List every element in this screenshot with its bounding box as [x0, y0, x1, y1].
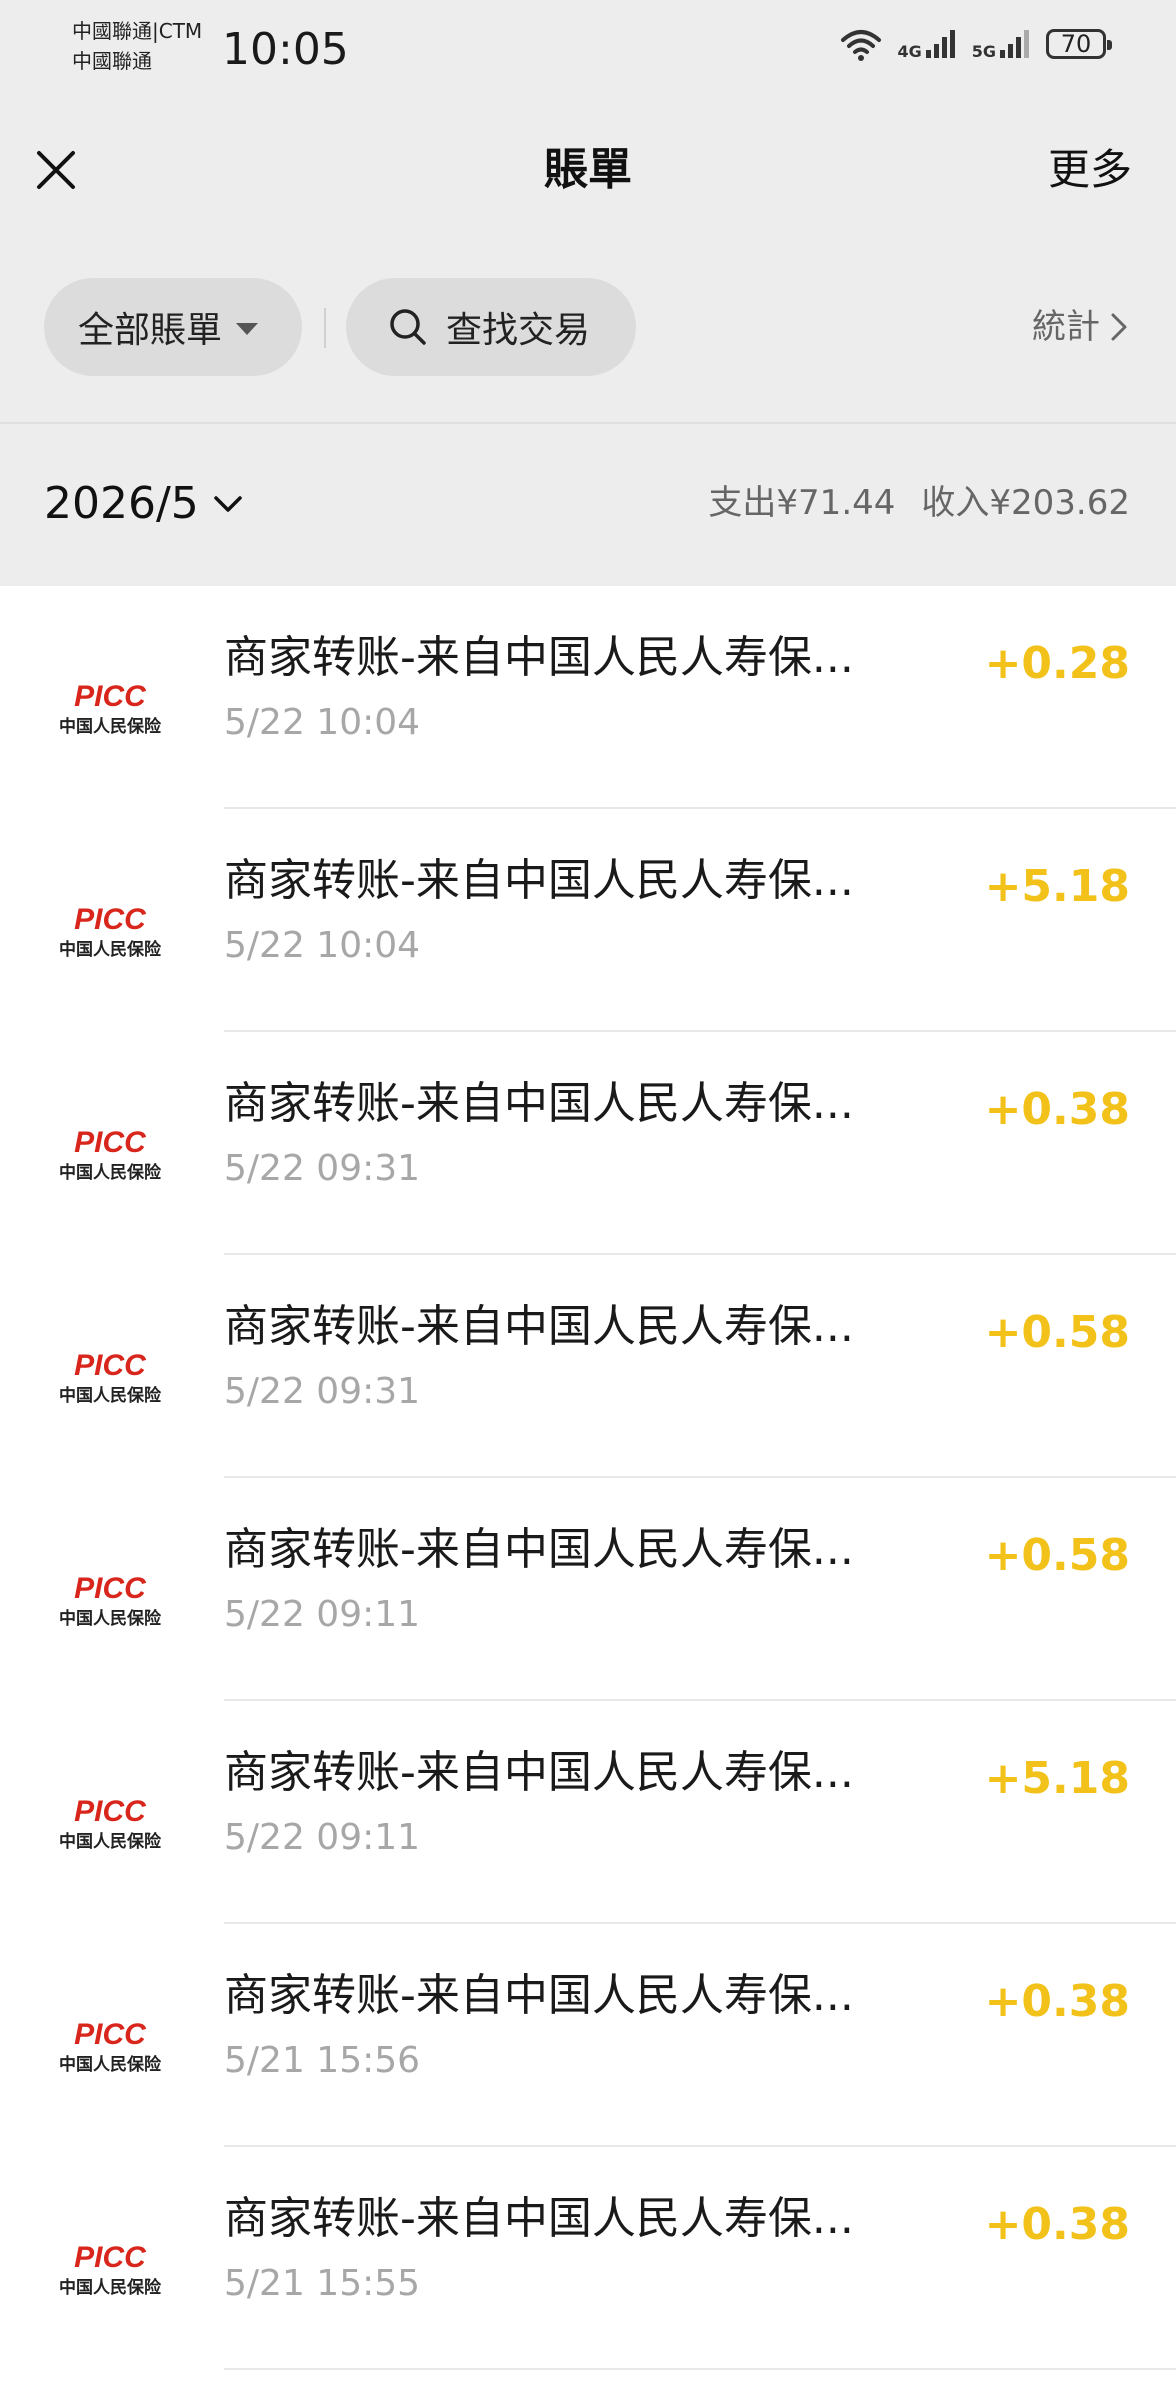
transaction-title: 商家转账-来自中国人民人寿保... — [224, 1970, 854, 2021]
transaction-row[interactable]: PICC 中国人民保险 商家转账-来自中国人民人寿保... 5/22 09:31… — [0, 1032, 1176, 1255]
picc-logo: PICC 中国人民保险 — [44, 1751, 176, 1881]
picc-logo: PICC 中国人民保险 — [44, 2197, 176, 2327]
divider — [324, 308, 326, 348]
transaction-title: 商家转账-来自中国人民人寿保... — [224, 855, 854, 906]
transaction-time: 5/22 10:04 — [224, 925, 421, 966]
search-label: 查找交易 — [446, 310, 591, 351]
month-bar: 2026/5 支出¥71.44 收入¥203.62 — [0, 424, 1176, 586]
svg-text:中国人民保险: 中国人民保险 — [59, 1162, 162, 1183]
svg-text:中国人民保险: 中国人民保险 — [59, 2054, 162, 2075]
more-button[interactable]: 更多 — [1048, 138, 1132, 202]
picc-logo: PICC 中国人民保险 — [44, 1974, 176, 2104]
chevron-down-icon — [214, 496, 242, 512]
month-label: 2026/5 — [44, 478, 199, 529]
transaction-list: PICC 中国人民保险 商家转账-来自中国人民人寿保... 5/22 10:04… — [0, 586, 1176, 2370]
svg-text:中国人民保险: 中国人民保险 — [59, 939, 162, 960]
carrier-line-1: 中國聯通|CTM — [72, 19, 203, 43]
search-transactions-button[interactable]: 查找交易 — [346, 278, 636, 376]
transaction-time: 5/21 15:56 — [224, 2040, 421, 2081]
transaction-time: 5/22 09:31 — [224, 1148, 421, 1189]
network-5g-label: 5G — [971, 42, 996, 61]
chevron-right-icon — [1111, 313, 1127, 341]
network-4g-label: 4G — [897, 42, 922, 61]
transaction-amount: +5.18 — [984, 1753, 1130, 1804]
svg-text:PICC: PICC — [74, 1126, 147, 1159]
svg-text:PICC: PICC — [74, 1349, 147, 1382]
transaction-row[interactable]: PICC 中国人民保险 商家转账-来自中国人民人寿保... 5/22 10:04… — [0, 809, 1176, 1032]
transaction-row[interactable]: PICC 中国人民保险 商家转账-来自中国人民人寿保... 5/21 15:56… — [0, 1924, 1176, 2147]
wifi-icon — [841, 30, 882, 61]
filter-bar: 全部賬單 查找交易 統計 — [0, 230, 1176, 424]
transaction-title: 商家转账-来自中国人民人寿保... — [224, 1078, 854, 1129]
svg-text:中国人民保险: 中国人民保险 — [59, 716, 162, 737]
status-time: 10:05 — [222, 24, 349, 75]
svg-text:中国人民保险: 中国人民保险 — [59, 1385, 162, 1406]
transaction-time: 5/22 09:11 — [224, 1594, 421, 1635]
transaction-amount: +0.58 — [984, 1530, 1130, 1581]
transaction-time: 5/21 15:55 — [224, 2263, 421, 2304]
svg-text:中国人民保险: 中国人民保险 — [59, 2277, 162, 2298]
picc-logo: PICC 中国人民保险 — [44, 636, 176, 766]
transaction-row[interactable]: PICC 中国人民保险 商家转账-来自中国人民人寿保... 5/22 09:11… — [0, 1478, 1176, 1701]
status-bar: 中國聯通|CTM 中國聯通 10:05 4G 5G 70 — [0, 0, 1176, 110]
stats-label: 統計 — [1032, 307, 1100, 347]
battery-icon: 70 — [1046, 29, 1112, 59]
svg-text:PICC: PICC — [74, 903, 147, 936]
transaction-time: 5/22 09:11 — [224, 1817, 421, 1858]
row-divider — [224, 2368, 1176, 2370]
transaction-title: 商家转账-来自中国人民人寿保... — [224, 632, 854, 683]
transaction-row[interactable]: PICC 中国人民保险 商家转账-来自中国人民人寿保... 5/21 15:55… — [0, 2147, 1176, 2370]
all-bills-label: 全部賬單 — [78, 310, 223, 351]
all-bills-dropdown[interactable]: 全部賬單 — [44, 278, 302, 376]
transaction-amount: +0.58 — [984, 1307, 1130, 1358]
signal-4g-icon: 4G — [897, 28, 957, 60]
transaction-row[interactable]: PICC 中国人民保险 商家转账-来自中国人民人寿保... 5/22 09:31… — [0, 1255, 1176, 1478]
transaction-time: 5/22 09:31 — [224, 1371, 421, 1412]
status-icons: 4G 5G 70 — [839, 26, 1112, 62]
svg-text:PICC: PICC — [74, 1795, 147, 1828]
caret-down-icon — [236, 323, 259, 335]
svg-text:中国人民保险: 中国人民保险 — [59, 1831, 162, 1852]
income-total: 收入¥203.62 — [921, 483, 1130, 523]
picc-logo: PICC 中国人民保险 — [44, 1082, 176, 1212]
nav-bar: 賬單 更多 — [0, 110, 1176, 230]
transaction-title: 商家转账-来自中国人民人寿保... — [224, 2193, 854, 2244]
transaction-title: 商家转账-来自中国人民人寿保... — [224, 1747, 854, 1798]
carrier-line-2: 中國聯通 — [72, 49, 152, 73]
transaction-title: 商家转账-来自中国人民人寿保... — [224, 1301, 854, 1352]
stats-link[interactable]: 統計 — [1032, 302, 1128, 352]
transaction-title: 商家转账-来自中国人民人寿保... — [224, 1524, 854, 1575]
transaction-amount: +0.28 — [984, 638, 1130, 689]
transaction-amount: +0.38 — [984, 2199, 1130, 2250]
search-icon — [390, 309, 426, 345]
picc-logo: PICC 中国人民保险 — [44, 1528, 176, 1658]
svg-text:PICC: PICC — [74, 2241, 147, 2274]
transaction-row[interactable]: PICC 中国人民保险 商家转账-来自中国人民人寿保... 5/22 10:04… — [0, 586, 1176, 809]
carrier-info: 中國聯通|CTM 中國聯通 — [72, 16, 202, 76]
svg-text:中国人民保险: 中国人民保险 — [59, 1608, 162, 1629]
svg-text:PICC: PICC — [74, 680, 147, 713]
transaction-amount: +0.38 — [984, 1976, 1130, 2027]
picc-logo: PICC 中国人民保险 — [44, 859, 176, 989]
picc-logo: PICC 中国人民保险 — [44, 1305, 176, 1435]
signal-5g-icon: 5G — [972, 28, 1032, 60]
page-title: 賬單 — [544, 144, 632, 195]
month-selector[interactable]: 2026/5 — [44, 474, 243, 534]
transaction-row[interactable]: PICC 中国人民保险 商家转账-来自中国人民人寿保... 5/22 09:11… — [0, 1701, 1176, 1924]
month-summary: 支出¥71.44 收入¥203.62 — [708, 478, 1130, 528]
transaction-amount: +0.38 — [984, 1084, 1130, 1135]
svg-text:PICC: PICC — [74, 1572, 147, 1605]
transaction-amount: +5.18 — [984, 861, 1130, 912]
svg-text:PICC: PICC — [74, 2018, 147, 2051]
transaction-time: 5/22 10:04 — [224, 702, 421, 743]
battery-level: 70 — [1060, 30, 1092, 58]
expense-total: 支出¥71.44 — [708, 483, 896, 523]
